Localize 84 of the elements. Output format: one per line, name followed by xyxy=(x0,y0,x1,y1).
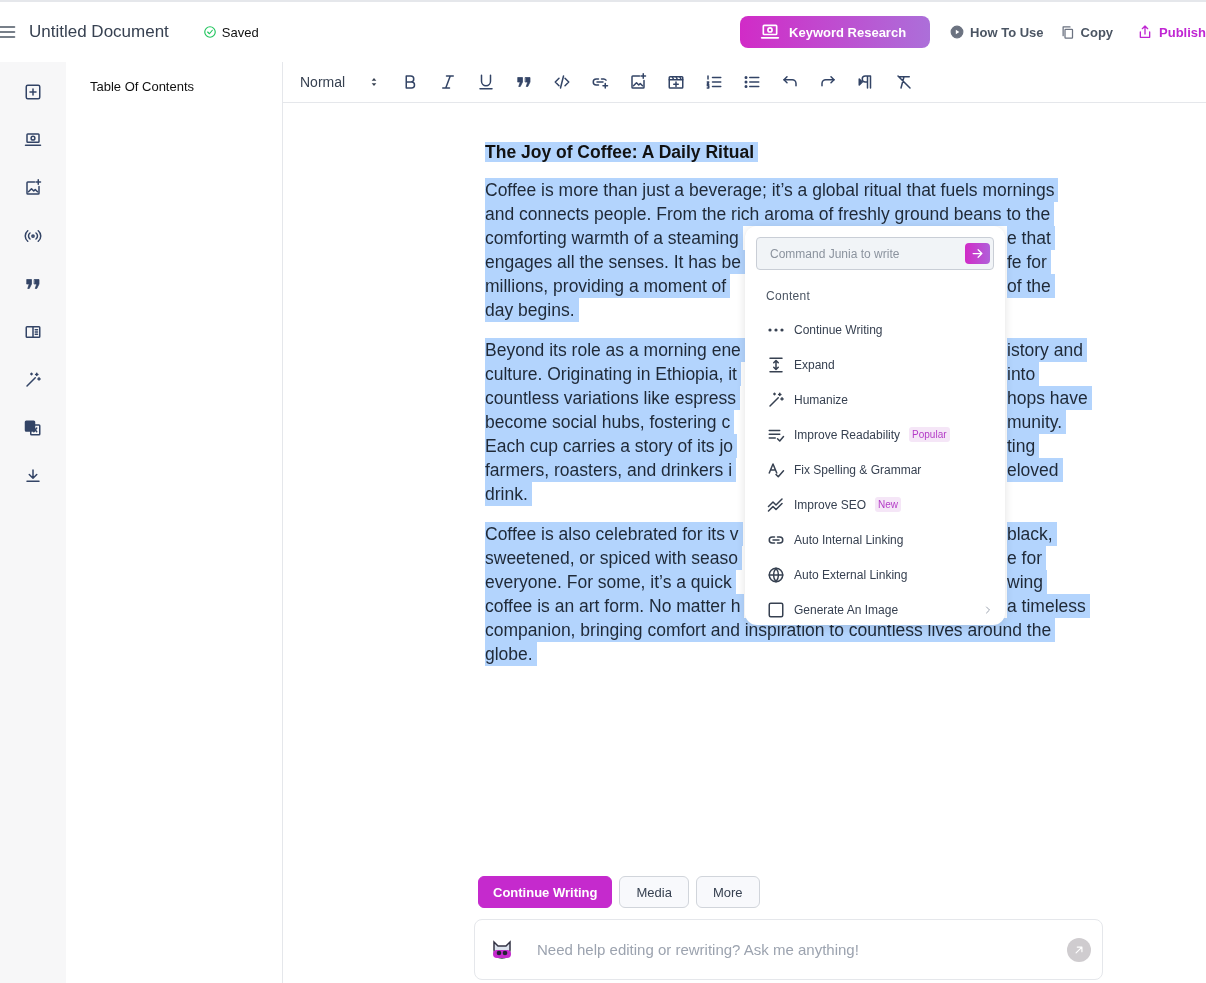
paragraph-text: millions, providing a moment of xyxy=(485,274,731,298)
menu-item[interactable]: Continue Writing xyxy=(756,312,994,347)
paragraph-text: of the xyxy=(1007,274,1055,298)
add-image-icon[interactable] xyxy=(24,179,42,197)
arrow-right-icon xyxy=(970,246,985,261)
dots-icon xyxy=(768,327,784,332)
submit-button[interactable] xyxy=(965,243,990,264)
paragraph-text: Each cup carries a story of its jo xyxy=(485,434,738,458)
check-circle-icon xyxy=(202,25,217,39)
add-icon[interactable] xyxy=(24,83,42,101)
quick-action-button[interactable]: Continue Writing xyxy=(478,876,613,908)
menu-item[interactable]: Fix Spelling & Grammar xyxy=(756,452,994,487)
quick-action-button[interactable]: More xyxy=(695,876,760,908)
spell-check-icon xyxy=(767,460,785,479)
code-icon[interactable] xyxy=(553,73,572,91)
toc-heading: Table Of Contents xyxy=(90,79,195,94)
paragraph-text: engages all the senses. It has be xyxy=(485,250,745,274)
paragraph-text: become social hubs, fostering c xyxy=(485,410,735,434)
play-icon xyxy=(950,25,965,39)
copy-icon xyxy=(1059,24,1075,40)
video-icon[interactable] xyxy=(667,73,686,91)
paragraph-text: munity. xyxy=(1007,410,1067,434)
trend-icon xyxy=(767,495,785,514)
paragraph-text: istory and xyxy=(1007,338,1087,362)
paragraph-text: coffee is an art form. No matter h xyxy=(485,594,745,618)
save-status: Saved xyxy=(221,24,259,40)
document-heading: The Joy of Coffee: A Daily Ritual xyxy=(485,142,758,162)
expand-icon xyxy=(767,355,785,374)
paragraph-text: into xyxy=(1007,362,1040,386)
wand-icon xyxy=(767,390,785,409)
keyword-research-button[interactable]: Keyword Research xyxy=(740,16,931,48)
menu-badge: New xyxy=(875,497,902,512)
paragraph-text: Coffee is more than just a beverage; it’s a global ritual that fuels mornings xyxy=(485,178,1059,202)
paragraph-text: black, xyxy=(1007,522,1057,546)
chat-input[interactable]: Need help editing or rewriting? Ask me anything! xyxy=(535,940,1047,959)
style-dropdown[interactable]: Normal xyxy=(300,74,382,90)
paragraph-text: e that xyxy=(1007,226,1055,250)
paragraph-text: comforting warmth of a steaming xyxy=(485,226,743,250)
clear-format-icon[interactable] xyxy=(895,73,914,91)
broadcast-icon[interactable] xyxy=(24,227,42,245)
menu-item[interactable]: Auto Internal Linking xyxy=(756,522,994,557)
paragraph-text: culture. Originating in Ethiopia, it xyxy=(485,362,741,386)
how-to-use-button[interactable]: How To Use xyxy=(942,24,1052,40)
paragraph-text: Beyond its role as a morning ene xyxy=(485,338,745,362)
paragraph-text: and connects people. From the rich aroma of freshly ground beans to the xyxy=(485,202,1055,226)
chat-field[interactable]: Need help editing or rewriting? Ask me anything! xyxy=(474,919,1103,980)
underline-icon[interactable] xyxy=(477,73,496,91)
paragraph-text: eloved xyxy=(1007,458,1063,482)
paragraph-text: wing xyxy=(1007,570,1047,594)
translate-icon[interactable] xyxy=(24,419,42,437)
numbered-list-icon[interactable] xyxy=(705,73,724,91)
paragraph-text: countless variations like espress xyxy=(485,386,740,410)
quick-action-button[interactable]: Media xyxy=(619,876,689,908)
paragraph-text: everyone. For some, it’s a quick xyxy=(485,570,736,594)
laptop-icon xyxy=(760,22,781,42)
panel-icon[interactable] xyxy=(24,323,42,341)
paragraph-text: day begins. xyxy=(485,298,579,322)
magic-wand-icon[interactable] xyxy=(24,371,42,389)
paragraph-text: a timeless xyxy=(1007,594,1090,618)
paragraph-text: fe for xyxy=(1007,250,1051,274)
paragraph-text: sweetened, or spiced with seaso xyxy=(485,546,742,570)
add-image-icon[interactable] xyxy=(629,73,648,91)
document-title[interactable]: Untitled Document xyxy=(29,22,169,42)
bullet-list-icon[interactable] xyxy=(743,73,762,91)
menu-item[interactable]: Auto External Linking xyxy=(756,557,994,592)
publish-button[interactable]: Publish xyxy=(1129,24,1206,40)
menu-item[interactable]: Expand xyxy=(756,347,994,382)
paragraph-text: e for xyxy=(1007,546,1047,570)
paragraph-text: globe. xyxy=(485,642,537,666)
paragraph-text: farmers, roasters, and drinkers i xyxy=(485,458,737,482)
download-icon[interactable] xyxy=(24,467,42,485)
copy-button[interactable]: Copy xyxy=(1051,24,1122,40)
globe-icon xyxy=(767,565,785,584)
menu-item[interactable]: Humanize xyxy=(756,382,994,417)
paragraph-text: drink. xyxy=(485,482,532,506)
section-label: Content xyxy=(766,289,812,303)
menu-item[interactable]: Improve Readability Popular xyxy=(756,417,994,452)
paragraph-text: hops have xyxy=(1007,386,1092,410)
menu-item[interactable]: Improve SEO New xyxy=(756,487,994,522)
image-frame-icon xyxy=(767,600,785,619)
paragraph-text: Coffee is also celebrated for its v xyxy=(485,522,743,546)
paragraph-text: ting xyxy=(1007,434,1040,458)
laptop-icon[interactable] xyxy=(24,131,42,149)
menu-badge: Popular xyxy=(909,427,950,442)
